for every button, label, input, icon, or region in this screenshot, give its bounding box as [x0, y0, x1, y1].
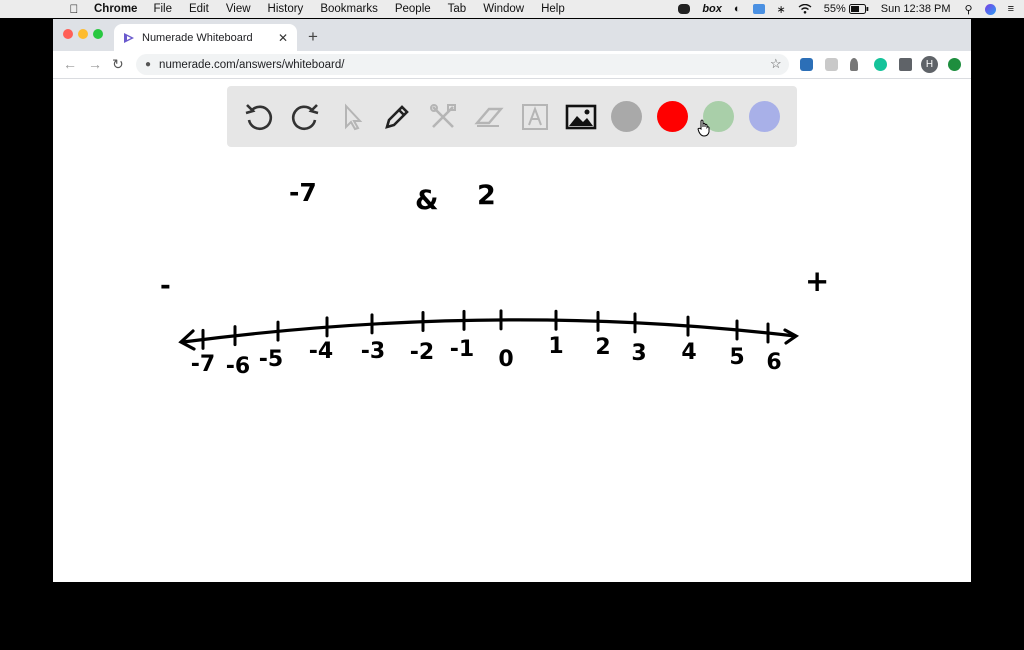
- close-window-button[interactable]: [63, 29, 73, 39]
- menu-view[interactable]: View: [226, 3, 251, 15]
- number-line-label: 6: [766, 350, 781, 375]
- battery-icon[interactable]: [848, 4, 869, 14]
- browser-toolbar: ← → ↻ ● numerade.com/answers/whiteboard/…: [53, 51, 971, 79]
- number-line-label: 5: [729, 345, 744, 370]
- number-line-label: -2: [410, 340, 434, 365]
- spotlight-icon[interactable]: ⚲: [965, 3, 973, 16]
- note-top-left: -7: [289, 178, 317, 207]
- profile-avatar[interactable]: H: [921, 56, 938, 73]
- number-line-labels: -7 -6 -5 -4 -3 -2 -1 0 1 2 3 4 5 6: [191, 334, 782, 379]
- tab-title: Numerade Whiteboard: [142, 31, 253, 44]
- browser-window: Numerade Whiteboard ✕ + ← → ↻ ● numerade…: [53, 19, 971, 582]
- extension-screen-icon[interactable]: [800, 58, 813, 71]
- status-area: box ◐ ∗ 55% Sun 12:38 PM ⚲ ≡: [678, 0, 1024, 18]
- siri-icon[interactable]: [984, 3, 996, 15]
- screen-icon[interactable]: [752, 4, 765, 14]
- menu-bookmarks[interactable]: Bookmarks: [320, 3, 378, 15]
- box-label[interactable]: box: [702, 3, 722, 15]
- apple-icon[interactable]: : [68, 2, 80, 16]
- update-icon[interactable]: [948, 58, 961, 71]
- menu-history[interactable]: History: [268, 3, 304, 15]
- numerade-favicon-icon: [124, 32, 134, 43]
- grammarly-icon[interactable]: [874, 58, 887, 71]
- forward-arrow-icon[interactable]: →: [88, 56, 102, 72]
- bluetooth-icon[interactable]: ∗: [777, 3, 786, 16]
- number-line-label: -5: [259, 347, 283, 372]
- sync-icon[interactable]: ◐: [734, 3, 741, 15]
- extension-pin-icon[interactable]: [850, 58, 858, 71]
- clock[interactable]: Sun 12:38 PM: [881, 3, 951, 15]
- number-line-label: -7: [191, 352, 215, 377]
- zoom-window-button[interactable]: [93, 29, 103, 39]
- extension-k-icon[interactable]: [825, 58, 838, 71]
- zoom-icon[interactable]: [678, 4, 691, 14]
- lock-icon: ●: [145, 59, 152, 70]
- number-line-label: 1: [548, 334, 563, 359]
- notification-center-icon[interactable]: ≡: [1008, 3, 1014, 15]
- note-top-middle: &: [415, 185, 439, 216]
- number-line-label: 4: [681, 340, 696, 365]
- note-top-right: 2: [477, 180, 496, 211]
- address-bar[interactable]: ● numerade.com/answers/whiteboard/: [136, 54, 789, 75]
- minimize-window-button[interactable]: [78, 29, 88, 39]
- whiteboard-page: -7 & 2 - + -7 -6 -5 -4 -3 -2 -1 0 1 2 3 4 5 6: [53, 79, 971, 582]
- menu-people[interactable]: People: [395, 3, 431, 15]
- back-arrow-icon[interactable]: ←: [63, 56, 77, 72]
- bookmark-star-icon[interactable]: ☆: [770, 56, 782, 72]
- whiteboard-canvas[interactable]: -7 & 2 - + -7 -6 -5 -4 -3 -2 -1 01 2 3 4 5 6: [53, 79, 971, 582]
- tab-numerade-whiteboard[interactable]: Numerade Whiteboard ✕: [114, 24, 297, 51]
- tab-close-icon[interactable]: ✕: [278, 31, 288, 45]
- number-line: [181, 318, 797, 344]
- address-url: numerade.com/answers/whiteboard/: [159, 58, 345, 71]
- new-tab-button[interactable]: +: [308, 27, 318, 47]
- number-line-label: 3: [631, 341, 646, 366]
- tab-strip: Numerade Whiteboard ✕ +: [53, 19, 971, 51]
- menu-app-name[interactable]: Chrome: [94, 3, 137, 15]
- menu-file[interactable]: File: [153, 3, 172, 15]
- minus-sign-note: -: [160, 271, 171, 301]
- mac-menu-bar:  Chrome File Edit View History Bookmark…: [0, 0, 1024, 18]
- number-line-label: -4: [309, 339, 333, 364]
- number-line-label: -1: [450, 337, 474, 362]
- reload-icon[interactable]: ↻: [112, 56, 124, 73]
- number-line-label: 2: [595, 335, 610, 360]
- menu-edit[interactable]: Edit: [189, 3, 209, 15]
- menu-tab[interactable]: Tab: [448, 3, 467, 15]
- menu-window[interactable]: Window: [483, 3, 524, 15]
- plus-sign-note: +: [805, 264, 829, 298]
- number-line-label: -6: [226, 354, 250, 379]
- menu-help[interactable]: Help: [541, 3, 565, 15]
- battery-percent: 55%: [823, 3, 846, 15]
- wifi-icon[interactable]: [798, 4, 812, 14]
- number-line-label: -3: [361, 339, 385, 364]
- number-line-label: 0: [498, 347, 513, 372]
- extensions-puzzle-icon[interactable]: [899, 58, 912, 71]
